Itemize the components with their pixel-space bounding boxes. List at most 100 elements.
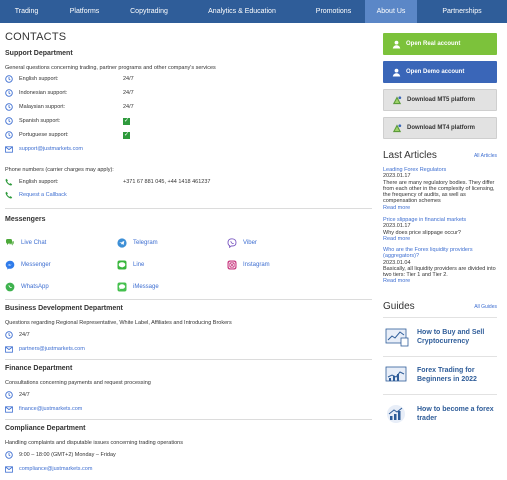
divider — [5, 208, 372, 209]
messenger-label: iMessage — [133, 284, 159, 290]
support-row-portuguese: Portuguese support: ✓ — [5, 131, 130, 139]
nav-copytrading[interactable]: Copytrading — [116, 0, 182, 23]
support-value: 24/7 — [123, 76, 134, 82]
nav-platforms[interactable]: Platforms — [53, 0, 116, 23]
guide-item[interactable]: How to Buy and Sell Cryptocurrency — [383, 327, 497, 347]
support-row-indonesian: Indonesian support: 24/7 — [5, 89, 134, 97]
crypto-chart-icon — [385, 328, 409, 347]
guide-title: How to become a forex trader — [417, 406, 494, 422]
clock-icon — [5, 89, 13, 97]
clock-icon — [5, 391, 13, 399]
imessage-icon — [117, 282, 127, 292]
clock-icon — [5, 103, 13, 111]
finance-email-row: finance@justmarkets.com — [5, 405, 82, 413]
trader-growth-icon — [387, 405, 405, 423]
chat-bubble-icon — [5, 238, 15, 248]
divider — [5, 419, 372, 420]
divider — [5, 359, 372, 360]
support-row-spanish: Spanish support: ✓ — [5, 117, 130, 125]
sidebar: Open Real account Open Demo account Down… — [383, 33, 497, 433]
messenger-imessage[interactable]: iMessage — [117, 282, 159, 292]
messenger-label: Live Chat — [21, 240, 47, 246]
finance-hours: 24/7 — [19, 392, 30, 398]
divider — [383, 317, 497, 318]
viber-icon — [227, 238, 237, 248]
article-title-link[interactable]: Who are the Forex liquidity providers (a… — [383, 247, 497, 260]
open-real-account-button[interactable]: Open Real account — [383, 33, 497, 55]
line-icon — [117, 260, 127, 270]
all-guides-link[interactable]: All Guides — [474, 304, 497, 310]
nav-trading[interactable]: Trading — [0, 0, 53, 23]
last-articles-heading: Last Articles — [383, 150, 437, 161]
messenger-facebook[interactable]: Messenger — [5, 260, 51, 270]
messenger-label: Messenger — [21, 262, 51, 268]
download-mt4-button[interactable]: Download MT4 platform — [383, 117, 497, 139]
guide-title: Forex Trading for Beginners in 2022 — [417, 367, 477, 383]
finance-heading: Finance Department — [5, 365, 73, 372]
envelope-icon — [5, 145, 13, 153]
forex-chart-icon — [385, 366, 407, 382]
request-callback-link[interactable]: Request a Callback — [19, 192, 67, 198]
support-value: 24/7 — [123, 104, 134, 110]
nav-promotions[interactable]: Promotions — [302, 0, 365, 23]
support-email-link[interactable]: support@justmarkets.com — [19, 146, 83, 152]
read-more-link[interactable]: Read more — [383, 278, 497, 284]
all-articles-link[interactable]: All Articles — [474, 153, 497, 159]
check-icon: ✓ — [123, 117, 130, 125]
support-row-english: English support: 24/7 — [5, 75, 134, 83]
envelope-icon — [5, 345, 13, 353]
finance-hours-row: 24/7 — [5, 391, 30, 399]
nav-about-us[interactable]: About Us — [365, 0, 417, 23]
support-description: General questions concerning trading, pa… — [5, 65, 216, 71]
support-email-row: support@justmarkets.com — [5, 145, 83, 153]
phone-label: English support: — [19, 179, 59, 185]
bizdev-description: Questions regarding Regional Representat… — [5, 320, 232, 326]
messenger-label: Instagram — [243, 262, 270, 268]
nav-analytics[interactable]: Analytics & Education — [182, 0, 302, 23]
messenger-instagram[interactable]: Instagram — [227, 260, 270, 270]
download-mt5-button[interactable]: Download MT5 platform — [383, 89, 497, 111]
clock-icon — [5, 451, 13, 459]
phones-description: Phone numbers (carrier charges may apply… — [5, 167, 114, 173]
guide-item[interactable]: How to become a forex trader — [383, 404, 497, 424]
guide-item[interactable]: Forex Trading for Beginners in 2022 — [383, 365, 497, 385]
top-nav: Trading Platforms Copytrading Analytics … — [0, 0, 507, 23]
messenger-line[interactable]: Line — [117, 260, 144, 270]
support-row-malaysian: Malaysian support: 24/7 — [5, 103, 134, 111]
phone-icon — [5, 178, 13, 186]
support-label: Portuguese support: — [19, 132, 69, 138]
compliance-heading: Compliance Department — [5, 425, 86, 432]
messengers-heading: Messengers — [5, 216, 46, 223]
messenger-label: Line — [133, 262, 145, 268]
page-title: CONTACTS — [5, 31, 67, 43]
compliance-email-link[interactable]: compliance@justmarkets.com — [19, 466, 92, 472]
phone-row: English support: +371 67 881 045, +44 14… — [5, 178, 210, 186]
bizdev-email-row: partners@justmarkets.com — [5, 345, 85, 353]
button-label: Download MT4 platform — [407, 125, 475, 131]
messenger-live-chat[interactable]: Live Chat — [5, 238, 46, 248]
read-more-link[interactable]: Read more — [383, 236, 497, 242]
divider — [5, 299, 372, 300]
bizdev-email-link[interactable]: partners@justmarkets.com — [19, 346, 85, 352]
finance-email-link[interactable]: finance@justmarkets.com — [19, 406, 82, 412]
button-label: Download MT5 platform — [407, 97, 475, 103]
article-snippet: There are many regulatory bodies. They d… — [383, 179, 495, 205]
support-label: Spanish support: — [19, 118, 61, 124]
messenger-whatsapp[interactable]: WhatsApp — [5, 282, 49, 292]
metatrader-icon — [392, 95, 402, 105]
support-value: 24/7 — [123, 90, 134, 96]
nav-partnerships[interactable]: Partnerships — [417, 0, 507, 23]
open-demo-account-button[interactable]: Open Demo account — [383, 61, 497, 83]
clock-icon — [5, 131, 13, 139]
envelope-icon — [5, 405, 13, 413]
read-more-link[interactable]: Read more — [383, 205, 497, 211]
messenger-telegram[interactable]: Telegram — [117, 238, 158, 248]
bizdev-hours-row: 24/7 — [5, 331, 30, 339]
messenger-label: Telegram — [133, 240, 158, 246]
finance-description: Consultations concerning payments and re… — [5, 380, 151, 386]
messenger-viber[interactable]: Viber — [227, 238, 257, 248]
callback-row: Request a Callback — [5, 191, 67, 199]
compliance-description: Handling complaints and disputable issue… — [5, 440, 183, 446]
messenger-label: WhatsApp — [21, 284, 49, 290]
support-label: English support: — [19, 76, 59, 82]
